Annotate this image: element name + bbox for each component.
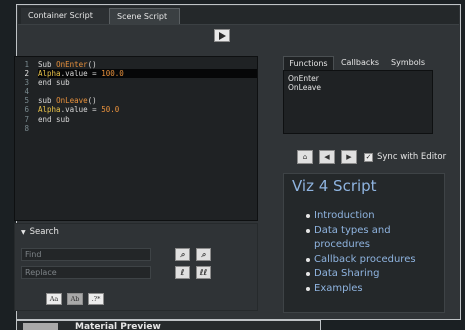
line-number: 3 xyxy=(24,78,29,88)
run-script-button[interactable] xyxy=(214,29,230,42)
line-number: 8 xyxy=(24,123,29,133)
find-input[interactable]: Find xyxy=(21,248,151,261)
tab-functions[interactable]: Functions xyxy=(283,56,334,70)
line-number: 7 xyxy=(24,114,29,124)
search-panel: ▼ Search Find Replace ⌕ ⌕ ℓ ℓℓ Aa Ab .?* xyxy=(14,223,258,311)
help-panel: Viz 4 Script Introduction Data types and… xyxy=(283,173,445,313)
material-preview-panel: Material Preview xyxy=(16,320,321,330)
sync-checkbox[interactable]: ✓ xyxy=(364,153,373,162)
tab-callbacks[interactable]: Callbacks xyxy=(338,56,382,70)
play-icon xyxy=(219,32,226,40)
reference-tab-bar: Functions Callbacks Symbols xyxy=(283,56,433,70)
help-link-introduction[interactable]: Introduction xyxy=(299,209,439,224)
find-next-button[interactable]: ⌕ xyxy=(196,248,211,261)
home-icon: ⌂ xyxy=(302,153,308,161)
line-number: 6 xyxy=(24,105,29,115)
replace-all-button[interactable]: ℓℓ xyxy=(196,266,211,279)
script-tab-bar: Container Script Scene Script xyxy=(18,6,459,25)
tab-scene-script[interactable]: Scene Script xyxy=(109,8,180,24)
magnifier-plus-icon: ⌕ xyxy=(201,250,206,259)
help-link-examples[interactable]: Examples xyxy=(299,282,439,297)
forward-button[interactable]: ▶ xyxy=(341,150,357,164)
material-preview-title: Material Preview xyxy=(75,322,161,330)
replace-input[interactable]: Replace xyxy=(21,266,151,279)
panel-tab-chip[interactable] xyxy=(23,323,58,330)
code-line-current: Alpha.value = 100.0 xyxy=(38,69,257,79)
line-number: 2 xyxy=(24,69,29,79)
code-editor[interactable]: 1 2 3 4 5 6 7 8 Sub OnEnter() Alpha.valu… xyxy=(14,56,258,221)
arrow-left-icon: ◀ xyxy=(324,153,330,161)
code-line: end sub xyxy=(38,78,70,88)
list-item[interactable]: OnLeave xyxy=(288,83,428,92)
replace-button[interactable]: ℓ xyxy=(175,266,190,279)
help-link-callbacks[interactable]: Callback procedures xyxy=(299,253,439,268)
regex-toggle[interactable]: .?* xyxy=(88,293,104,305)
find-previous-button[interactable]: ⌕ xyxy=(175,248,190,261)
line-number-gutter: 1 2 3 4 5 6 7 8 xyxy=(15,60,31,133)
arrow-right-icon: ▶ xyxy=(346,153,352,161)
sync-label: Sync with Editor xyxy=(377,152,447,162)
code-line: end sub xyxy=(38,114,70,124)
line-number: 1 xyxy=(24,60,29,69)
line-number: 5 xyxy=(24,96,29,106)
checkmark-icon: ✓ xyxy=(365,153,372,161)
magnifier-icon: ⌕ xyxy=(180,250,185,259)
back-button[interactable]: ◀ xyxy=(319,150,335,164)
code-line: Sub OnEnter() xyxy=(38,60,97,69)
code-line: sub OnLeave() xyxy=(38,96,97,106)
code-line: Alpha.value = 50.0 xyxy=(38,105,120,115)
code-lines: Sub OnEnter() Alpha.value = 100.0 end su… xyxy=(38,60,257,133)
list-item[interactable]: OnEnter xyxy=(288,74,428,83)
home-button[interactable]: ⌂ xyxy=(297,150,313,164)
match-case-toggle[interactable]: Aa xyxy=(46,293,62,305)
tab-symbols[interactable]: Symbols xyxy=(386,56,430,70)
whole-word-toggle[interactable]: Ab xyxy=(67,293,83,305)
help-title: Viz 4 Script xyxy=(292,177,377,195)
help-link-data-types[interactable]: Data types and procedures xyxy=(299,224,439,253)
help-link-data-sharing[interactable]: Data Sharing xyxy=(299,267,439,282)
line-number: 4 xyxy=(24,87,29,97)
search-panel-header[interactable]: ▼ Search xyxy=(21,227,59,237)
functions-list: OnEnter OnLeave xyxy=(283,70,433,134)
help-links: Introduction Data types and procedures C… xyxy=(299,209,439,297)
tab-container-script[interactable]: Container Script xyxy=(21,8,109,24)
collapse-arrow-icon: ▼ xyxy=(21,229,26,236)
